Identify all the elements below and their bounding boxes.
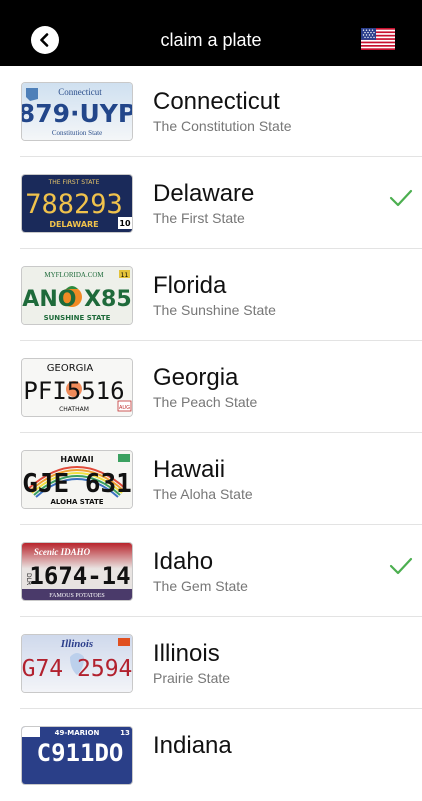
list-item-hawaii[interactable]: HAWAII GJE 631 ALOHA STATE Hawaii The Al… — [0, 434, 422, 525]
checkmark-icon — [389, 557, 413, 575]
row-divider — [20, 524, 422, 525]
list-item-indiana[interactable]: 49-MARION 13 C911DO Indiana — [0, 710, 422, 801]
plate-bottom-text: CHATHAM — [59, 406, 89, 413]
plate-number: 1674-14 — [29, 562, 130, 590]
indiana-plate-image: 49-MARION 13 C911DO — [22, 727, 132, 784]
list-item-idaho[interactable]: Scenic IDAHO DLR 1674-14 FAMOUS POTATOES… — [0, 526, 422, 617]
list-item-connecticut[interactable]: Connecticut 879·UYP Constitution State C… — [0, 66, 422, 157]
state-name: Illinois — [153, 640, 220, 667]
plate-bottom-text: FAMOUS POTATOES — [49, 593, 104, 599]
row-divider — [20, 708, 422, 709]
row-divider — [20, 432, 422, 433]
state-name: Idaho — [153, 548, 214, 575]
plate-number: G74 2594 — [22, 656, 132, 682]
list-item-illinois[interactable]: Illinois G74 2594 Illinois Prairie State — [0, 618, 422, 709]
plate-top-text: 49-MARION — [55, 729, 100, 737]
hawaii-plate-image: HAWAII GJE 631 ALOHA STATE — [22, 451, 132, 508]
florida-plate-image: MYFLORIDA.COM 11 ANO X85 SUNSHINE STATE — [22, 267, 132, 324]
plate-top-text: Connecticut — [58, 87, 102, 97]
plate-sticker: 10 — [119, 219, 131, 228]
plate-number: ANO X85 — [22, 287, 131, 312]
plate-sticker: 13 — [120, 729, 130, 737]
plate-number: GJE 631 — [22, 469, 132, 499]
state-motto: The Gem State — [153, 578, 248, 594]
state-motto: The Aloha State — [153, 486, 253, 502]
plate-bottom-text: Constitution State — [52, 129, 102, 137]
page-title: claim a plate — [160, 30, 262, 50]
idaho-plate-image: Scenic IDAHO DLR 1674-14 FAMOUS POTATOES — [22, 543, 132, 600]
list-item-georgia[interactable]: GEORGIA PFI5516 CHATHAM AUG Georgia The … — [0, 342, 422, 433]
state-name: Delaware — [153, 180, 255, 207]
state-name: Connecticut — [153, 88, 280, 115]
state-name: Florida — [153, 272, 227, 299]
state-motto: Prairie State — [153, 670, 231, 686]
plate-sticker: 11 — [121, 272, 129, 279]
plate-number: 788293 — [25, 189, 123, 220]
plate-top-text: GEORGIA — [47, 363, 94, 374]
plate-sticker: AUG — [119, 405, 130, 411]
illinois-plate-image: Illinois G74 2594 — [22, 635, 132, 692]
connecticut-plate-image: Connecticut 879·UYP Constitution State — [22, 83, 132, 140]
plate-top-text: MYFLORIDA.COM — [44, 271, 104, 279]
plate-bottom-text: DELAWARE — [49, 220, 98, 229]
plate-number: PFI5516 — [23, 377, 124, 405]
plate-bottom-text: ALOHA STATE — [51, 498, 104, 506]
app-header: claim a plate — [0, 0, 422, 66]
state-motto: The Constitution State — [153, 118, 292, 134]
state-motto: The Sunshine State — [153, 302, 276, 318]
state-motto: The Peach State — [153, 394, 258, 410]
plate-number: C911DO — [37, 739, 124, 767]
georgia-plate-image: GEORGIA PFI5516 CHATHAM AUG — [22, 359, 132, 416]
state-name: Indiana — [153, 732, 232, 759]
us-flag-icon — [361, 28, 395, 50]
plate-bottom-text: SUNSHINE STATE — [44, 314, 111, 322]
checkmark-icon — [389, 189, 413, 207]
row-divider — [20, 340, 422, 341]
list-item-delaware[interactable]: THE FIRST STATE 788293 DELAWARE 10 Delaw… — [0, 158, 422, 249]
plate-top-text: Scenic IDAHO — [34, 547, 91, 557]
list-item-florida[interactable]: MYFLORIDA.COM 11 ANO X85 SUNSHINE STATE … — [0, 250, 422, 341]
country-selector-button[interactable] — [361, 28, 395, 50]
state-motto: The First State — [153, 210, 245, 226]
row-divider — [20, 156, 422, 157]
row-divider — [20, 616, 422, 617]
plate-number: 879·UYP — [22, 99, 132, 128]
delaware-plate-image: THE FIRST STATE 788293 DELAWARE 10 — [22, 175, 132, 232]
state-name: Hawaii — [153, 456, 226, 483]
plate-top-text: THE FIRST STATE — [48, 179, 100, 186]
row-divider — [20, 248, 422, 249]
state-name: Georgia — [153, 364, 239, 391]
plate-top-text: HAWAII — [60, 455, 93, 464]
plate-top-text: Illinois — [60, 638, 93, 650]
